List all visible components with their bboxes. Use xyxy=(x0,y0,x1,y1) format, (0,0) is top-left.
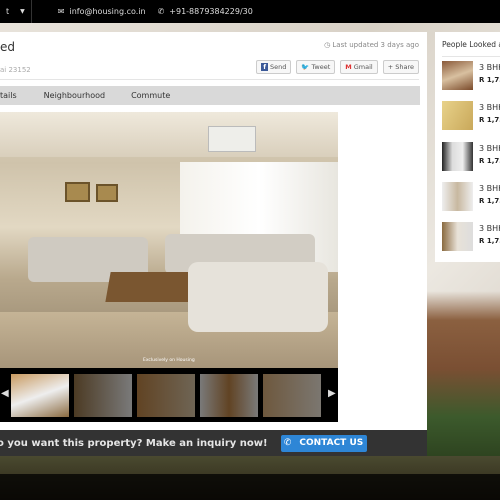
thumbnail xyxy=(442,61,473,90)
divider xyxy=(442,56,500,57)
gmail-icon: M xyxy=(345,63,352,71)
tab-bar: tails Neighbourhood Commute xyxy=(0,86,420,105)
list-item[interactable]: 3 BHKR 1,75 xyxy=(442,101,500,131)
chaise xyxy=(188,262,328,332)
inquiry-bar: o you want this property? Make an inquir… xyxy=(0,430,427,456)
thumbnail[interactable] xyxy=(74,374,132,417)
gmail-button[interactable]: M Gmail xyxy=(340,60,378,74)
ceiling xyxy=(0,112,338,157)
people-looked-at-panel: People Looked at 3 BHKR 1,75 3 BHKR 1,75… xyxy=(435,32,500,262)
background-building-image xyxy=(427,262,500,456)
thumbnail[interactable] xyxy=(200,374,258,417)
facebook-icon: f xyxy=(261,63,269,71)
twitter-icon: 🐦 xyxy=(301,63,310,71)
thumbnail xyxy=(442,222,473,251)
thumbnail xyxy=(442,101,473,130)
thumbnail-strip: ◀ ▶ xyxy=(0,368,338,422)
caret-down-icon: ▼ xyxy=(20,8,25,15)
listing-panel: ed ai 23152 ◷ Last updated 3 days ago fS… xyxy=(0,32,427,436)
next-arrow-icon[interactable]: ▶ xyxy=(328,388,336,399)
contact-us-button[interactable]: ✆ CONTACT US xyxy=(280,434,367,452)
painting xyxy=(96,184,118,202)
menu-dropdown[interactable]: t ▼ xyxy=(0,7,31,16)
divider xyxy=(0,79,419,80)
painting xyxy=(65,182,90,202)
thumbnail[interactable] xyxy=(263,374,321,417)
last-updated: ◷ Last updated 3 days ago xyxy=(324,41,419,49)
prev-arrow-icon[interactable]: ◀ xyxy=(1,388,9,399)
share-button[interactable]: + Share xyxy=(382,60,419,74)
facebook-send-button[interactable]: f Send xyxy=(256,60,292,74)
thumbnail[interactable] xyxy=(137,374,195,417)
thumbnail xyxy=(442,142,473,171)
inquiry-text: o you want this property? Make an inquir… xyxy=(0,437,268,449)
list-item[interactable]: 3 BHKR 1,75 xyxy=(442,182,500,212)
property-photo[interactable]: Exclusively on Housing xyxy=(0,112,338,368)
top-bar: t ▼ ✉ info@housing.co.in ✆ +91-8879384229/3… xyxy=(0,0,500,23)
air-conditioner xyxy=(208,126,256,152)
panel-heading: People Looked at xyxy=(442,40,500,49)
thumbnail xyxy=(442,182,473,211)
list-item[interactable]: 3 BHKR 1,75 xyxy=(442,142,500,172)
list-item[interactable]: 3 BHKR 1,75 xyxy=(442,61,500,91)
mail-icon: ✉ xyxy=(57,7,65,16)
share-buttons: f Send 🐦 Tweet M Gmail + Share xyxy=(256,60,419,74)
phone-link[interactable]: ✆ +91-8879384229/30 xyxy=(152,7,259,16)
list-item[interactable]: 3 BHKR 1,75 xyxy=(442,222,500,252)
thumbnail[interactable] xyxy=(11,374,69,417)
phone-icon: ✆ xyxy=(157,7,165,16)
tab-commute[interactable]: Commute xyxy=(118,91,183,100)
tab-details[interactable]: tails xyxy=(0,91,30,100)
phone-icon: ✆ xyxy=(283,438,292,448)
listing-title: ed xyxy=(0,40,15,54)
listing-address: ai 23152 xyxy=(0,66,31,74)
watermark: Exclusively on Housing xyxy=(143,358,195,363)
email-link[interactable]: ✉ info@housing.co.in xyxy=(52,7,152,16)
divider xyxy=(30,0,32,23)
tab-neighbourhood[interactable]: Neighbourhood xyxy=(30,91,118,100)
tweet-button[interactable]: 🐦 Tweet xyxy=(296,60,336,74)
clock-icon: ◷ xyxy=(324,41,331,49)
footer-bar xyxy=(0,474,500,500)
